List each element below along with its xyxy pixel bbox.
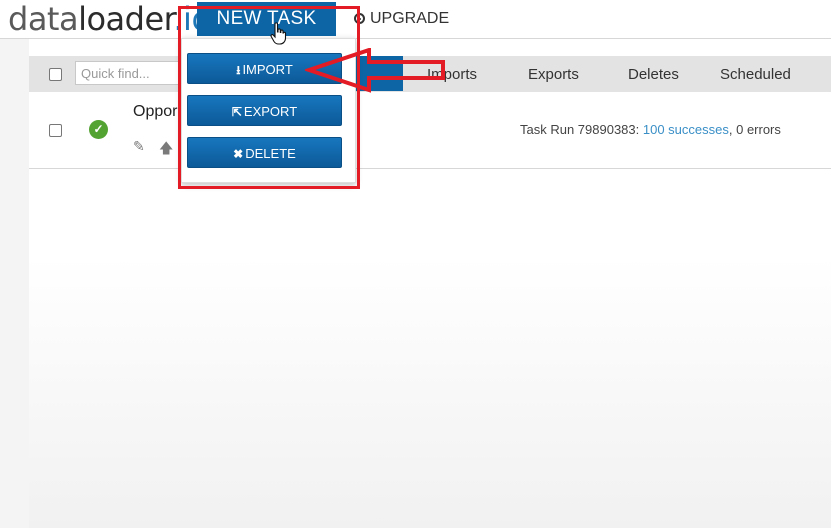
arrow-up-icon[interactable]: 🡅	[159, 138, 173, 162]
hand-cursor-icon	[270, 22, 287, 45]
successes-link[interactable]: 100 successes	[643, 122, 729, 137]
annotation-arrow-icon	[305, 48, 445, 93]
task-run-status: Task Run 79890383: 100 successes, 0 erro…	[520, 122, 781, 137]
tab-deletes[interactable]: Deletes	[628, 66, 679, 84]
row-checkbox[interactable]	[49, 124, 62, 137]
quick-find-input[interactable]	[75, 61, 185, 85]
upgrade-link[interactable]: UPGRADE	[354, 6, 449, 32]
task-name[interactable]: Oppor	[133, 103, 177, 121]
tab-exports[interactable]: Exports	[528, 66, 579, 84]
checkmark-success-icon: ✓	[89, 120, 108, 139]
pencil-edit-icon[interactable]: ✎	[133, 138, 145, 155]
select-all-checkbox[interactable]	[49, 68, 62, 81]
left-gutter	[0, 39, 29, 528]
tab-scheduled[interactable]: Scheduled	[720, 66, 791, 84]
